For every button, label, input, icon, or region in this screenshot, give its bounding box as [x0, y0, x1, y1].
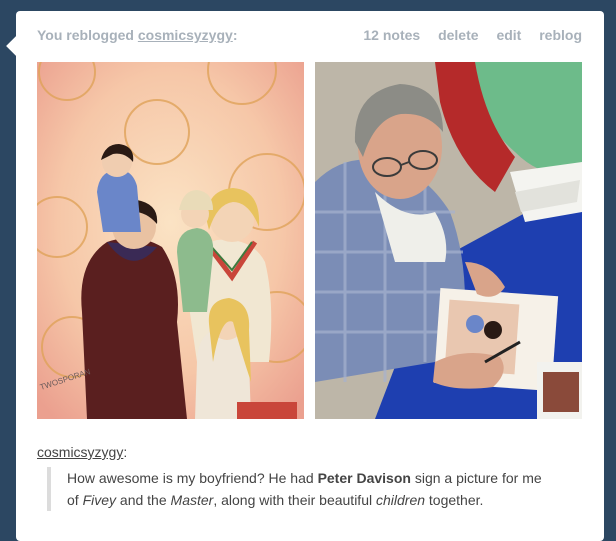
caption-italic-children: children — [375, 492, 426, 508]
reblog-suffix: : — [232, 27, 238, 43]
caption-text: and the — [116, 492, 171, 508]
reblog-prefix: You reblogged — [37, 27, 134, 43]
caption-source: cosmicsyzygy: — [37, 444, 127, 460]
reblog-button[interactable]: reblog — [539, 27, 582, 43]
caption-line-2: of Fivey and the Master, along with thei… — [67, 489, 597, 511]
reblog-info: You reblogged cosmicsyzygy: — [37, 27, 237, 43]
caption-italic-master: Master — [170, 492, 214, 508]
signing-photograph — [315, 62, 582, 419]
caption-text: , along with their beautiful — [213, 492, 376, 508]
reblog-source-link[interactable]: cosmicsyzygy — [138, 27, 233, 43]
caption-text: of — [67, 492, 83, 508]
caption-quote: How awesome is my boyfriend? He had Pete… — [47, 467, 597, 511]
caption-text: How awesome is my boyfriend? He had — [67, 470, 318, 486]
artwork-illustration: TWOSPORAN — [37, 62, 304, 419]
caption-text: sign a picture for me — [410, 470, 542, 486]
post-header: You reblogged cosmicsyzygy: 12 notes del… — [37, 27, 582, 45]
caption-bold-name: Peter Davison — [317, 470, 411, 486]
notes-count-link[interactable]: 12 notes — [363, 27, 420, 43]
caption-italic-fivey: Fivey — [82, 492, 117, 508]
post-pointer — [6, 36, 26, 56]
post-controls: 12 notes delete edit reblog — [349, 27, 582, 43]
delete-button[interactable]: delete — [438, 27, 478, 43]
caption-username-link[interactable]: cosmicsyzygy — [37, 444, 123, 460]
artwork-photo[interactable]: TWOSPORAN — [37, 62, 304, 419]
post-card: You reblogged cosmicsyzygy: 12 notes del… — [6, 11, 604, 541]
edit-button[interactable]: edit — [496, 27, 521, 43]
caption-text: together. — [425, 492, 484, 508]
caption-suffix: : — [123, 444, 128, 460]
signing-photo[interactable] — [315, 62, 582, 419]
caption-line-1: How awesome is my boyfriend? He had Pete… — [67, 467, 597, 489]
